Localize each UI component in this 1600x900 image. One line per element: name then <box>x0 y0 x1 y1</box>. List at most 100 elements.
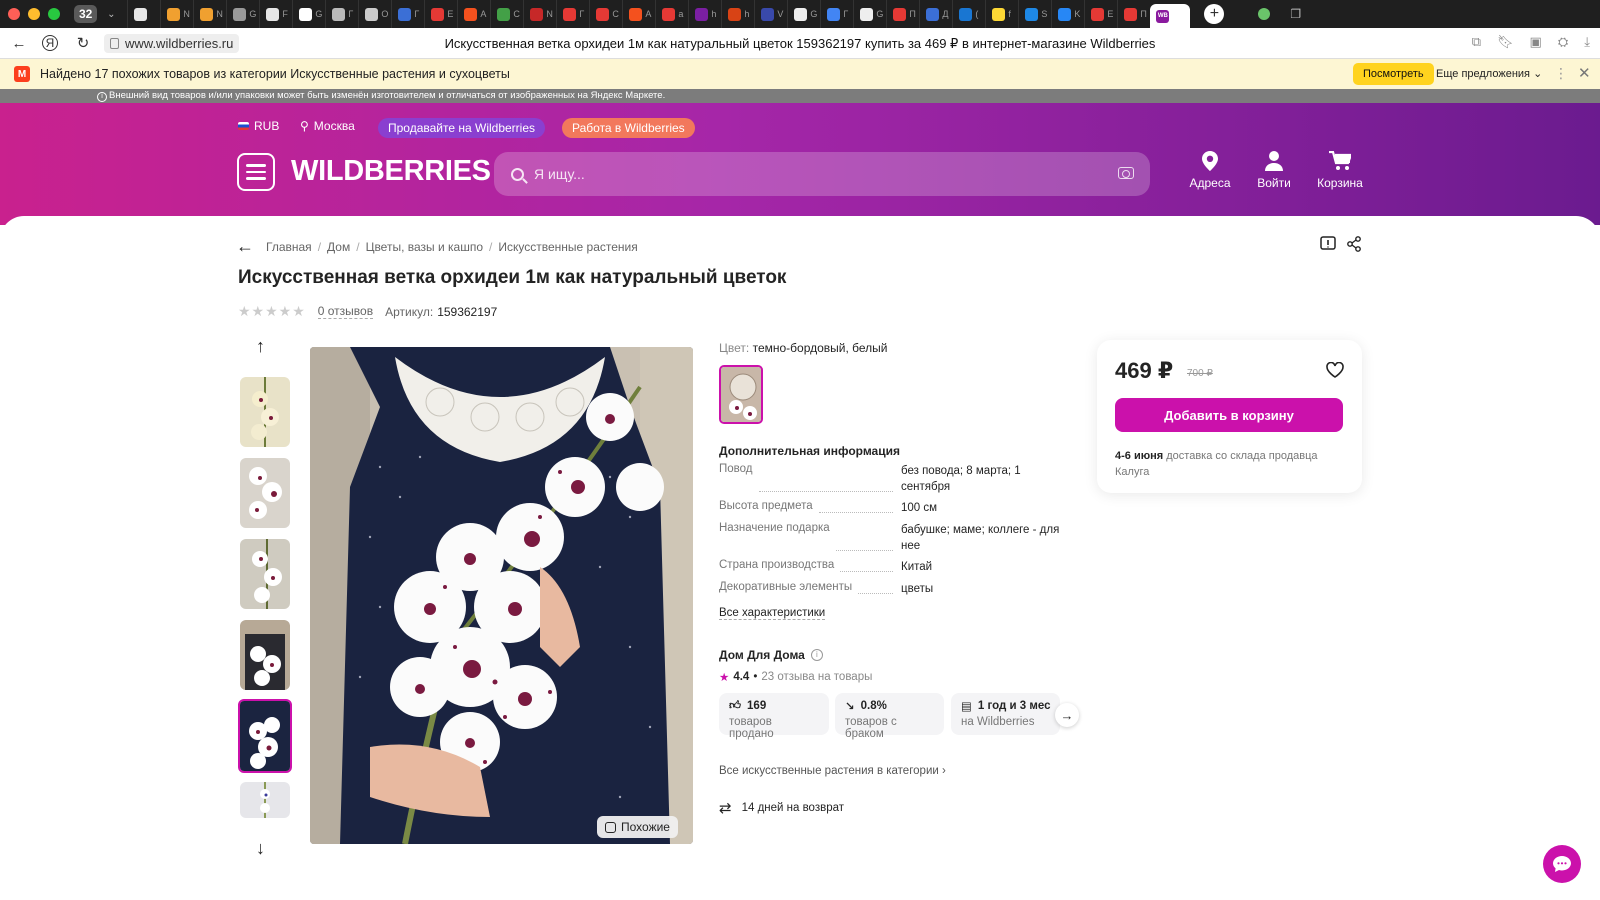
all-in-category-link[interactable]: Все искусственные растения в категории › <box>719 765 946 777</box>
product-main-image[interactable] <box>310 347 693 844</box>
report-icon[interactable] <box>1320 236 1336 252</box>
yandex-icon[interactable]: Я <box>42 35 58 51</box>
breadcrumb-item[interactable]: Искусственные растения <box>498 240 637 254</box>
translate-icon[interactable]: ⛭ <box>1558 34 1568 50</box>
browser-tab[interactable]: П <box>886 0 919 28</box>
browser-tab[interactable]: Г <box>820 0 853 28</box>
browser-tab[interactable]: G <box>787 0 820 28</box>
extension-icon[interactable] <box>1258 8 1271 20</box>
close-icon[interactable]: ✕ <box>1578 64 1591 82</box>
back-icon[interactable]: ← <box>8 32 30 54</box>
browser-tab[interactable]: a <box>655 0 688 28</box>
more-menu-icon[interactable]: ⋮ <box>1554 65 1568 82</box>
browser-tab[interactable]: Г <box>556 0 589 28</box>
browser-tab[interactable]: h <box>721 0 754 28</box>
collections-icon[interactable]: ▣ <box>1530 34 1542 50</box>
browser-tab[interactable]: G <box>292 0 325 28</box>
seller-name[interactable]: Дом Для Дома <box>719 648 805 662</box>
browser-tab[interactable]: E <box>424 0 457 28</box>
new-tab-button[interactable]: + <box>1204 4 1225 24</box>
chevron-down-icon[interactable]: ⌄ <box>103 9 119 20</box>
browser-tab[interactable]: Г <box>391 0 424 28</box>
browser-tab[interactable]: ( <box>952 0 985 28</box>
wb-logo[interactable]: WILDBERRIES <box>291 155 491 188</box>
currency-selector[interactable]: RUB <box>238 119 279 133</box>
browser-tab[interactable]: A <box>457 0 490 28</box>
browser-tab[interactable]: G <box>226 0 259 28</box>
browser-tab[interactable]: П <box>1117 0 1150 28</box>
tab-active[interactable]: WB <box>1150 4 1191 28</box>
tab-title: V <box>777 9 784 19</box>
reviews-link[interactable]: 0 отзывов <box>317 304 374 319</box>
camera-search-icon[interactable] <box>1118 167 1134 179</box>
browser-tab[interactable]: Г <box>325 0 358 28</box>
login-link[interactable]: Войти <box>1239 151 1309 190</box>
info-icon[interactable]: i <box>810 649 823 661</box>
seller-reviews-link[interactable]: 23 отзыва на товары <box>761 671 872 683</box>
bookmark-icon[interactable]: 🔖︎ <box>1497 34 1514 50</box>
tab-title: Г <box>843 9 849 19</box>
current-price: 469 ₽ <box>1115 358 1174 383</box>
browser-tab[interactable]: Д <box>919 0 952 28</box>
browser-tab[interactable] <box>127 0 160 28</box>
browser-tab[interactable]: N <box>523 0 556 28</box>
yandex-disclaimer: i Внешний вид товаров и/или упаковки може… <box>0 89 1600 103</box>
chat-button[interactable] <box>1543 845 1581 883</box>
cart-link[interactable]: Корзина <box>1305 151 1375 190</box>
browser-tab[interactable]: K <box>1051 0 1084 28</box>
gallery-thumbnail[interactable] <box>240 782 290 818</box>
browser-tab[interactable]: O <box>358 0 391 28</box>
browser-tab[interactable]: F <box>259 0 292 28</box>
breadcrumb-item[interactable]: Дом <box>327 240 350 254</box>
stats-next-arrow-icon[interactable]: → <box>1055 703 1079 727</box>
copy-icon[interactable]: ⧉ <box>1472 34 1481 50</box>
browser-tab[interactable]: f <box>985 0 1018 28</box>
all-characteristics-link[interactable]: Все характеристики <box>719 607 826 620</box>
browser-tab[interactable]: G <box>853 0 886 28</box>
browser-tab[interactable]: C <box>589 0 622 28</box>
gallery-up-arrow-icon[interactable]: ↑ <box>256 336 265 357</box>
heart-icon[interactable] <box>1326 362 1344 378</box>
back-arrow-icon[interactable]: ← <box>236 236 254 257</box>
gallery-thumbnail[interactable] <box>240 458 290 528</box>
add-to-cart-button[interactable]: Добавить в корзину <box>1115 398 1343 432</box>
tab-count-badge[interactable]: 32 <box>74 5 98 23</box>
more-offers-dropdown[interactable]: Еще предложения ⌄ <box>1436 67 1542 80</box>
share-icon[interactable] <box>1346 236 1362 252</box>
tab-favicon-icon <box>431 7 445 21</box>
gallery-down-arrow-icon[interactable]: ↓ <box>256 838 265 859</box>
window-icon[interactable]: ❐ <box>1290 7 1301 21</box>
breadcrumb-item[interactable]: Главная <box>266 240 312 254</box>
url-field[interactable]: www.wildberries.ru <box>104 33 240 53</box>
gallery-thumbnail[interactable] <box>240 377 290 447</box>
search-input[interactable] <box>534 166 1094 182</box>
gallery-thumbnail[interactable] <box>240 539 290 609</box>
minimize-window-button[interactable] <box>28 8 40 20</box>
color-variant-thumbnail[interactable] <box>719 365 763 424</box>
browser-tab[interactable]: N <box>193 0 226 28</box>
city-selector[interactable]: ⚲ Москва <box>300 119 355 133</box>
sell-on-wb-link[interactable]: Продавайте на Wildberries <box>378 118 546 138</box>
browser-tab[interactable]: S <box>1018 0 1051 28</box>
gallery-thumbnail[interactable] <box>240 620 290 690</box>
browser-tab[interactable]: h <box>688 0 721 28</box>
work-at-wb-link[interactable]: Работа в Wildberries <box>562 118 695 138</box>
reload-icon[interactable]: ↻ <box>72 32 94 54</box>
tab-favicon-icon <box>959 7 973 21</box>
browser-tab[interactable]: E <box>1084 0 1117 28</box>
browser-tab[interactable]: A <box>622 0 655 28</box>
gallery-thumbnail-selected[interactable] <box>238 699 292 773</box>
addresses-link[interactable]: Адреса <box>1175 151 1245 190</box>
spec-key: Высота предмета <box>719 500 901 516</box>
zoom-window-button[interactable] <box>48 8 60 20</box>
browser-tab[interactable]: C <box>490 0 523 28</box>
similar-button[interactable]: Похожие <box>597 816 678 838</box>
breadcrumb: Главная / Дом / Цветы, вазы и кашпо / Искусств… <box>266 240 638 254</box>
downloads-icon[interactable]: ⤓ <box>1584 34 1590 50</box>
browser-tab[interactable]: V <box>754 0 787 28</box>
menu-button[interactable] <box>237 153 275 191</box>
view-offers-button[interactable]: Посмотреть <box>1353 63 1434 85</box>
browser-tab[interactable]: N <box>160 0 193 28</box>
close-window-button[interactable] <box>8 8 20 20</box>
breadcrumb-item[interactable]: Цветы, вазы и кашпо <box>366 240 483 254</box>
